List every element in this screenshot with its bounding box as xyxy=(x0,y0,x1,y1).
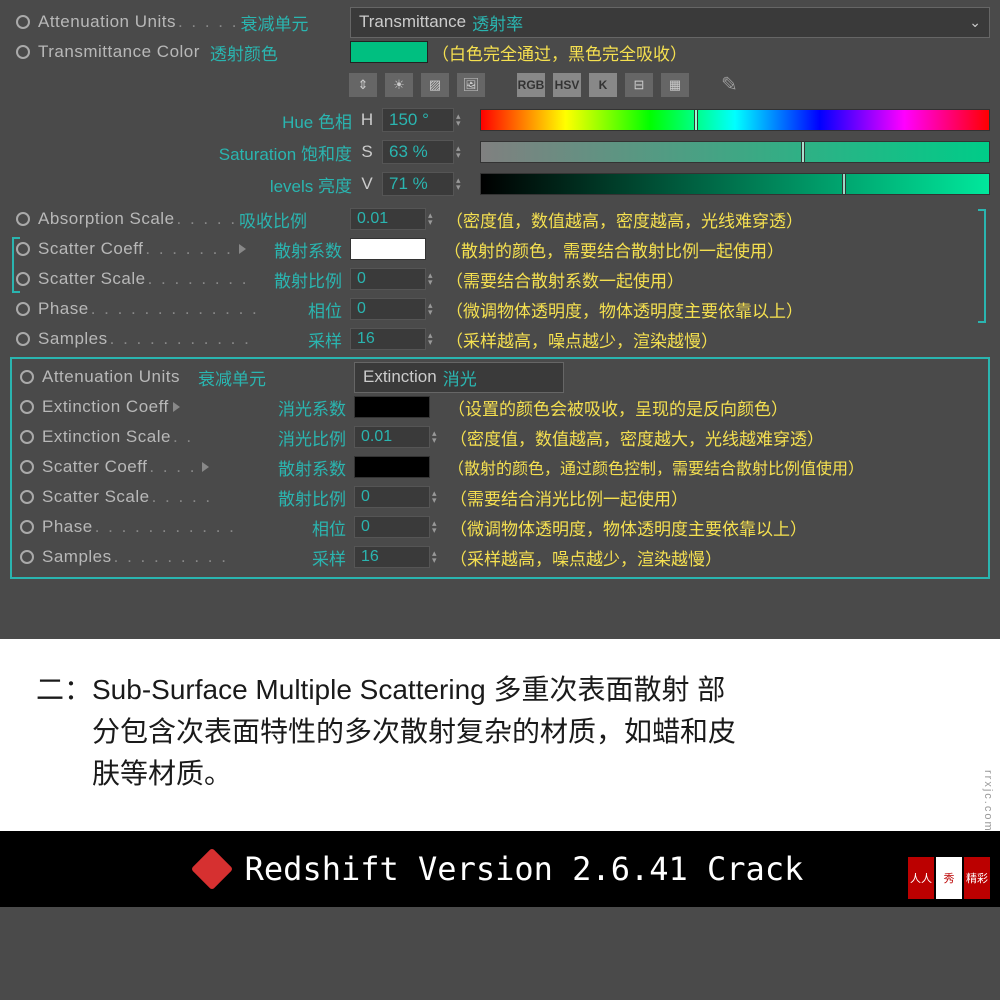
watermark-badge: 人人 秀 精彩 xyxy=(908,857,990,899)
arrows-icon[interactable]: ⇕ xyxy=(349,73,377,97)
radio-samples-2[interactable] xyxy=(20,550,34,564)
redshift-logo-icon xyxy=(190,848,232,890)
label-attenuation-units-cn: 衰减单元 xyxy=(240,10,308,35)
saturation-input[interactable]: 63 % xyxy=(382,140,454,164)
hsv-button[interactable]: HSV xyxy=(553,73,581,97)
chevron-down-icon: ⌄ xyxy=(969,14,981,31)
k-button[interactable]: K xyxy=(589,73,617,97)
radio-scatter-coeff[interactable] xyxy=(16,242,30,256)
dropdown-extinction[interactable]: Extinction 消光 xyxy=(354,362,564,393)
radio-phase-2[interactable] xyxy=(20,520,34,534)
hue-input[interactable]: 150 ° xyxy=(382,108,454,132)
radio-transmittance-color[interactable] xyxy=(16,45,30,59)
radio-scatter-scale-2[interactable] xyxy=(20,490,34,504)
pencil-icon[interactable]: ✎ xyxy=(721,72,738,97)
levels-spinner[interactable]: ▴▾ xyxy=(456,177,470,191)
expand-icon[interactable] xyxy=(202,462,209,472)
radio-phase[interactable] xyxy=(16,302,30,316)
extinction-scale-input[interactable]: 0.01 xyxy=(354,426,430,448)
hue-spinner[interactable]: ▴▾ xyxy=(456,113,470,127)
expand-icon[interactable] xyxy=(239,244,246,254)
saturation-label: Saturation 饱和度 xyxy=(10,140,352,165)
scatter-coeff-swatch[interactable] xyxy=(350,238,426,260)
scatter-coeff-2-swatch[interactable] xyxy=(354,456,430,478)
image-icon[interactable]: 🖼 xyxy=(457,73,485,97)
expand-icon[interactable] xyxy=(173,402,180,412)
radio-samples[interactable] xyxy=(16,332,30,346)
grid-icon[interactable]: ▦ xyxy=(661,73,689,97)
scatter-scale-2-input[interactable]: 0 xyxy=(354,486,430,508)
hint-transmittance: （白色完全通过，黑色完全吸收） xyxy=(432,40,687,65)
sun-icon[interactable]: ☀ xyxy=(385,73,413,97)
radio-scatter-scale[interactable] xyxy=(16,272,30,286)
radio-extinction-scale[interactable] xyxy=(20,430,34,444)
label-transmittance-color-cn: 透射颜色 xyxy=(210,40,278,65)
radio-scatter-coeff-2[interactable] xyxy=(20,460,34,474)
extinction-group: Attenuation Units 衰减单元 Extinction 消光 Ext… xyxy=(10,357,990,579)
saturation-slider[interactable] xyxy=(480,141,990,163)
levels-slider[interactable] xyxy=(480,173,990,195)
levels-label: levels 亮度 xyxy=(10,172,352,197)
footer: Redshift Version 2.6.41 Crack 人人 秀 精彩 xyxy=(0,831,1000,907)
phase-2-input[interactable]: 0 xyxy=(354,516,430,538)
description-section: 二：Sub-Surface Multiple Scattering 多重次表面散… xyxy=(0,639,1000,831)
radio-attenuation-units[interactable] xyxy=(16,15,30,29)
hue-label: Hue 色相 xyxy=(10,108,352,133)
rgb-button[interactable]: RGB xyxy=(517,73,545,97)
samples-input[interactable]: 16 xyxy=(350,328,426,350)
absorption-scale-input[interactable]: 0.01 xyxy=(350,208,426,230)
samples-2-input[interactable]: 16 xyxy=(354,546,430,568)
slider-icon[interactable]: ⊟ xyxy=(625,73,653,97)
levels-input[interactable]: 71 % xyxy=(382,172,454,196)
hue-slider[interactable] xyxy=(480,109,990,131)
footer-title: Redshift Version 2.6.41 Crack xyxy=(245,850,804,888)
extinction-coeff-swatch[interactable] xyxy=(354,396,430,418)
phase-input[interactable]: 0 xyxy=(350,298,426,320)
scatter-scale-input[interactable]: 0 xyxy=(350,268,426,290)
description-text: 二：Sub-Surface Multiple Scattering 多重次表面散… xyxy=(36,669,964,795)
color-toolbar: ⇕ ☀ ▨ 🖼 RGB HSV K ⊟ ▦ ✎ xyxy=(349,72,990,97)
transmittance-color-swatch[interactable] xyxy=(350,41,428,63)
label-attenuation-units: Attenuation Units xyxy=(38,12,176,32)
dropdown-attenuation-units[interactable]: Transmittance 透射率 ⌄ xyxy=(350,7,990,38)
radio-absorption-scale[interactable] xyxy=(16,212,30,226)
label-transmittance-color: Transmittance Color xyxy=(38,42,200,62)
radio-extinction-coeff[interactable] xyxy=(20,400,34,414)
radio-attenuation-units-2[interactable] xyxy=(20,370,34,384)
gradient-icon[interactable]: ▨ xyxy=(421,73,449,97)
saturation-spinner[interactable]: ▴▾ xyxy=(456,145,470,159)
